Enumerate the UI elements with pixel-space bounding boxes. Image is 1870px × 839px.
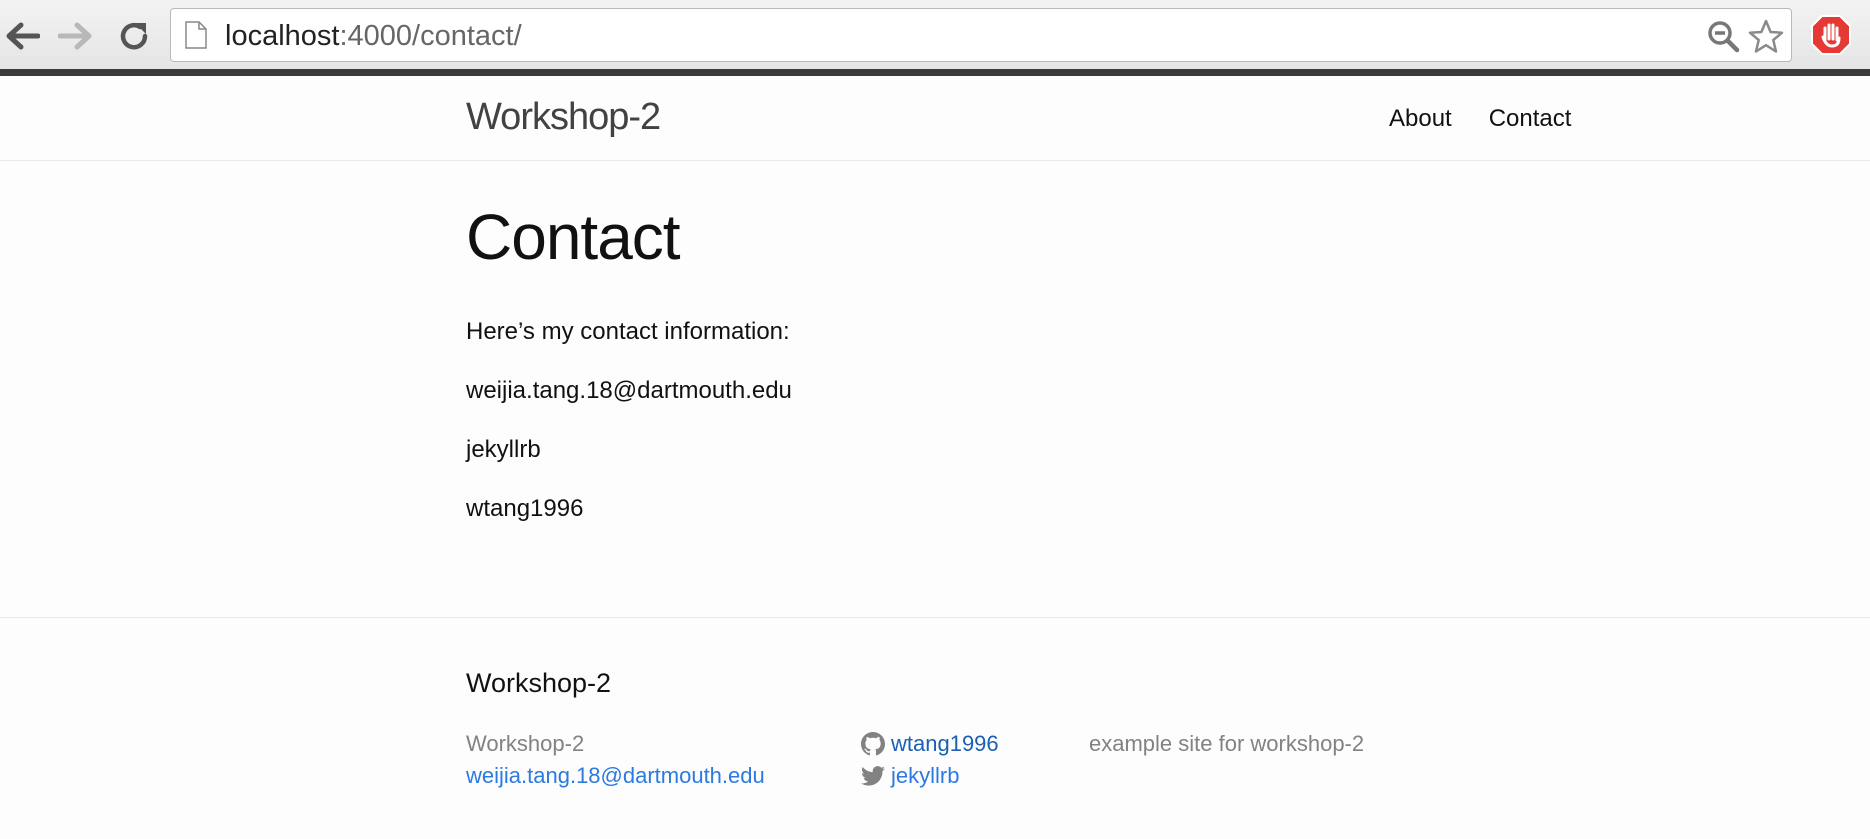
site-nav: About Contact (1389, 105, 1571, 133)
forward-icon (58, 22, 92, 50)
reload-icon (120, 23, 148, 50)
footer-description: example site for workshop-2 (1089, 731, 1365, 756)
back-icon (6, 22, 40, 50)
contact-email-text: weijia.tang.18@dartmouth.edu (466, 377, 792, 404)
zoom-icon[interactable] (1706, 19, 1740, 53)
github-icon (861, 732, 885, 756)
nav-link-about[interactable]: About (1389, 105, 1452, 133)
url-path: :4000/contact/ (339, 20, 522, 52)
browser-toolbar: localhost:4000/contact/ (0, 0, 1870, 72)
twitter-icon (861, 766, 885, 786)
url-host: localhost (225, 20, 340, 52)
reload-button[interactable] (112, 14, 156, 58)
footer-site-name: Workshop-2 (466, 731, 585, 756)
toolbar-divider (0, 69, 1870, 76)
footer-email-link[interactable]: weijia.tang.18@dartmouth.edu (466, 763, 765, 789)
footer-github-link[interactable]: wtang1996 (861, 731, 999, 757)
page-title: Contact (466, 201, 681, 273)
url-text: localhost:4000/contact/ (225, 20, 522, 52)
footer-twitter-link[interactable]: jekyllrb (861, 763, 959, 789)
contact-intro-text: Here’s my contact information: (466, 318, 790, 345)
forward-button[interactable] (54, 14, 98, 58)
site-footer: Workshop-2 Workshop-2 weijia.tang.18@dar… (0, 617, 1870, 839)
nav-link-contact[interactable]: Contact (1489, 105, 1572, 133)
contact-twitter-text: jekyllrb (466, 436, 541, 463)
back-button[interactable] (0, 14, 44, 58)
bookmark-star-icon[interactable] (1748, 19, 1784, 55)
address-bar[interactable]: localhost:4000/contact/ (170, 8, 1792, 62)
page-icon (185, 21, 207, 49)
adblock-icon[interactable] (1810, 14, 1852, 56)
site-header: Workshop-2 About Contact (0, 76, 1870, 161)
twitter-username: jekyllrb (891, 763, 960, 788)
contact-github-text: wtang1996 (466, 495, 584, 522)
footer-heading: Workshop-2 (466, 668, 612, 698)
site-title[interactable]: Workshop-2 (466, 96, 661, 139)
github-username: wtang1996 (891, 731, 999, 756)
